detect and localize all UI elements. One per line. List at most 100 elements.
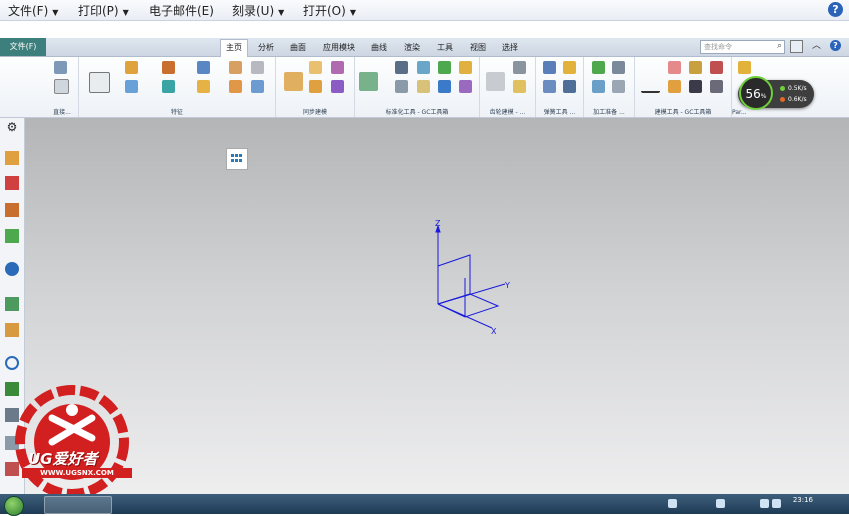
replace-face-icon[interactable] (331, 61, 344, 74)
extrude-icon[interactable] (125, 61, 138, 74)
offset-region-icon[interactable] (309, 80, 322, 93)
tab-render[interactable]: 渲染 (399, 40, 425, 56)
group-label: 弹簧工具 ... (543, 109, 576, 116)
tray-icon[interactable] (716, 499, 725, 508)
tab-curve[interactable]: 曲线 (366, 40, 392, 56)
xy-plane (437, 293, 500, 318)
pull-face-icon[interactable] (309, 61, 322, 74)
tab-applications[interactable]: 应用模块 (318, 40, 360, 56)
modeling-tool-icon[interactable] (710, 61, 723, 74)
start-button[interactable] (4, 496, 24, 516)
group-label: 特征 (170, 109, 183, 116)
datum-plane-icon[interactable] (89, 72, 110, 93)
modeling-tool-icon[interactable] (668, 61, 681, 74)
taskbar-app-button[interactable] (44, 496, 112, 514)
check-icon[interactable] (592, 61, 605, 74)
history-icon[interactable] (5, 297, 19, 311)
graphics-window[interactable]: Z Y X (25, 118, 849, 494)
chevron-down-icon: ▼ (278, 8, 285, 17)
menu-email[interactable]: 电子邮件(E) (149, 2, 214, 19)
tool-icon[interactable] (459, 61, 472, 74)
search-icon: ⌕ (776, 41, 782, 51)
web-browser-icon[interactable] (5, 262, 19, 276)
wcs-triad: Z Y X (435, 219, 510, 336)
machining-icon[interactable] (612, 61, 625, 74)
blend-icon[interactable] (197, 61, 210, 74)
reuse-library-icon[interactable] (5, 229, 19, 243)
window-layout-icon[interactable] (790, 40, 803, 53)
y-axis-label: Y (504, 281, 510, 290)
tab-analysis[interactable]: 分析 (253, 40, 279, 56)
tool-icon[interactable] (438, 61, 451, 74)
spring-icon[interactable] (543, 61, 556, 74)
file-tab[interactable]: 文件(F) (0, 38, 46, 56)
upload-dot (780, 86, 785, 91)
machining-icon[interactable] (592, 80, 605, 93)
shell-icon[interactable] (229, 61, 242, 74)
constraint-navigator-icon[interactable] (5, 203, 19, 217)
tolerance-icon[interactable] (710, 80, 723, 93)
help-icon[interactable]: ? (830, 40, 841, 51)
command-search-input[interactable]: 查找命令 ⌕ (700, 40, 785, 54)
settings-icon[interactable]: ⚙ (5, 120, 19, 134)
curve-icon[interactable] (54, 79, 69, 94)
boolean-icon[interactable] (162, 80, 175, 93)
menu-file[interactable]: 文件(F) ▼ (8, 2, 58, 19)
tool-icon[interactable] (395, 80, 408, 93)
gear-tool-icon[interactable] (513, 80, 526, 93)
clock-icon[interactable] (5, 356, 19, 370)
group-label: 同步建模 (302, 109, 327, 116)
modeling-tool-icon[interactable] (668, 80, 681, 93)
menu-print[interactable]: 打印(P) ▼ (78, 2, 129, 19)
draft-icon[interactable] (229, 80, 242, 93)
collapse-ribbon-icon[interactable]: ︿ (810, 40, 823, 53)
machining-icon[interactable] (612, 80, 625, 93)
tab-selection[interactable]: 选择 (497, 40, 523, 56)
group-label: 建模工具 - GC工具箱 (654, 109, 712, 116)
delete-face-icon[interactable] (331, 80, 344, 93)
taskbar-clock[interactable]: 23:16 (793, 496, 813, 504)
hole-icon[interactable] (162, 61, 175, 74)
mirror-icon[interactable] (251, 80, 264, 93)
network-tray-icon[interactable] (760, 499, 769, 508)
tool-icon[interactable] (459, 80, 472, 93)
menu-open[interactable]: 打开(O) ▼ (303, 2, 356, 19)
snap-grid-icon[interactable] (226, 148, 248, 170)
spring-icon[interactable] (543, 80, 556, 93)
revolve-icon[interactable] (125, 80, 138, 93)
help-icon[interactable]: ? (828, 2, 843, 17)
tab-surface[interactable]: 曲面 (285, 40, 311, 56)
tab-view[interactable]: 视图 (465, 40, 491, 56)
standard-part-icon[interactable] (359, 72, 378, 91)
tab-tools[interactable]: 工具 (432, 40, 458, 56)
chamfer-icon[interactable] (197, 80, 210, 93)
tool-icon[interactable] (417, 80, 430, 93)
gear-tool-icon[interactable] (513, 61, 526, 74)
move-face-icon[interactable] (284, 72, 303, 91)
process-studio-icon[interactable] (5, 323, 19, 337)
ribbon-group-feature: 特征 (79, 57, 276, 117)
spring-icon[interactable] (563, 61, 576, 74)
volume-tray-icon[interactable] (772, 499, 781, 508)
part-icon[interactable] (738, 61, 751, 74)
title-gap (0, 21, 849, 38)
part-navigator-icon[interactable] (5, 151, 19, 165)
chevron-down-icon: ▼ (52, 8, 59, 17)
modeling-tool-icon[interactable] (689, 61, 702, 74)
tool-icon[interactable] (417, 61, 430, 74)
spring-icon[interactable] (563, 80, 576, 93)
network-meter[interactable]: 56% 0.5K/s 0.6K/s (738, 76, 814, 110)
tool-icon[interactable] (438, 80, 451, 93)
triangle-icon[interactable] (641, 72, 660, 93)
assembly-navigator-icon[interactable] (5, 176, 19, 190)
modeling-tool-icon[interactable] (689, 80, 702, 93)
tool-icon[interactable] (395, 61, 408, 74)
ribbon-group-standard-tools: 标准化工具 - GC工具箱 (355, 57, 480, 117)
tab-home[interactable]: 主页 (220, 39, 248, 57)
menu-burn[interactable]: 刻录(U) ▼ (232, 2, 284, 19)
gear-icon[interactable] (486, 72, 505, 91)
tray-icon[interactable] (668, 499, 677, 508)
pattern-icon[interactable] (251, 61, 264, 74)
x-axis-label: X (491, 327, 497, 336)
sketch-icon[interactable] (54, 61, 67, 74)
